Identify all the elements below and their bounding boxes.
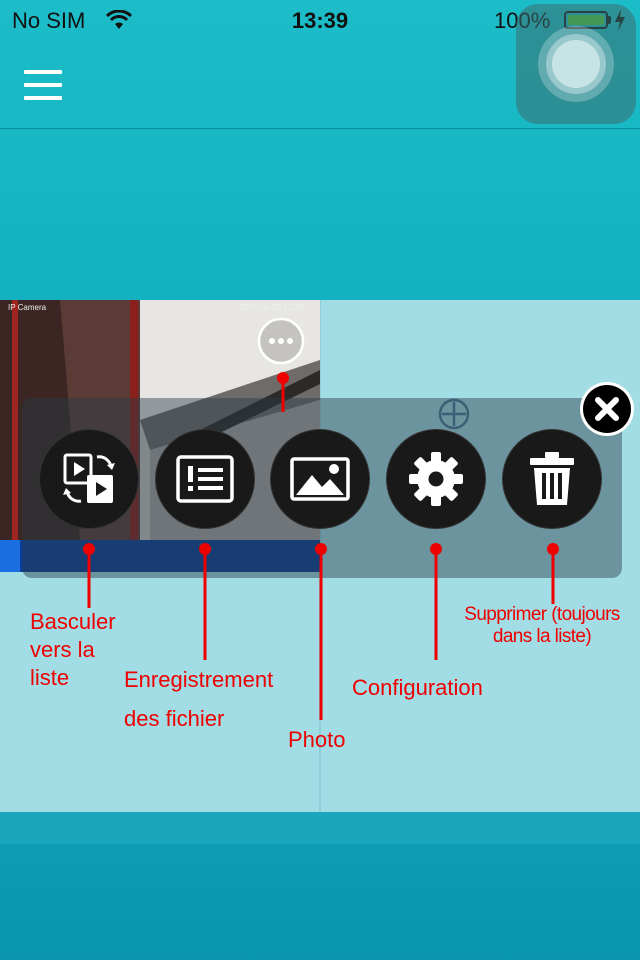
annotation-records-line2: des fichier	[124, 706, 225, 731]
add-circle-icon[interactable]	[436, 396, 472, 432]
hamburger-menu-icon[interactable]	[24, 70, 62, 102]
annotation-photo: Photo	[288, 727, 346, 752]
record-list-button[interactable]	[156, 430, 254, 528]
assistive-touch-center	[552, 40, 600, 88]
switch-view-icon	[63, 453, 115, 503]
photo-icon	[290, 457, 350, 501]
svg-text:2015-04-20 13:39: 2015-04-20 13:39	[240, 303, 304, 312]
footer-bar	[0, 844, 640, 960]
close-button[interactable]	[580, 382, 634, 436]
selected-tile-edge	[0, 540, 20, 572]
svg-text:IP Camera: IP Camera	[8, 303, 47, 312]
annotation-delete: Supprimer (toujours dans la liste)	[464, 604, 620, 647]
close-icon	[583, 385, 631, 433]
annotation-configuration: Configuration	[352, 675, 483, 700]
record-list-icon	[176, 455, 234, 503]
photo-button[interactable]	[271, 430, 369, 528]
more-dots-icon[interactable]	[256, 316, 306, 366]
trash-icon	[530, 452, 574, 505]
delete-button[interactable]	[503, 430, 601, 528]
grid-bottom-strip	[0, 812, 640, 844]
assistive-touch-button[interactable]	[516, 4, 636, 124]
settings-button[interactable]	[387, 430, 485, 528]
switch-to-list-button[interactable]	[40, 430, 138, 528]
annotation-records-line1: Enregistrement	[124, 667, 274, 692]
nav-divider	[0, 128, 640, 129]
gear-icon	[409, 452, 463, 506]
